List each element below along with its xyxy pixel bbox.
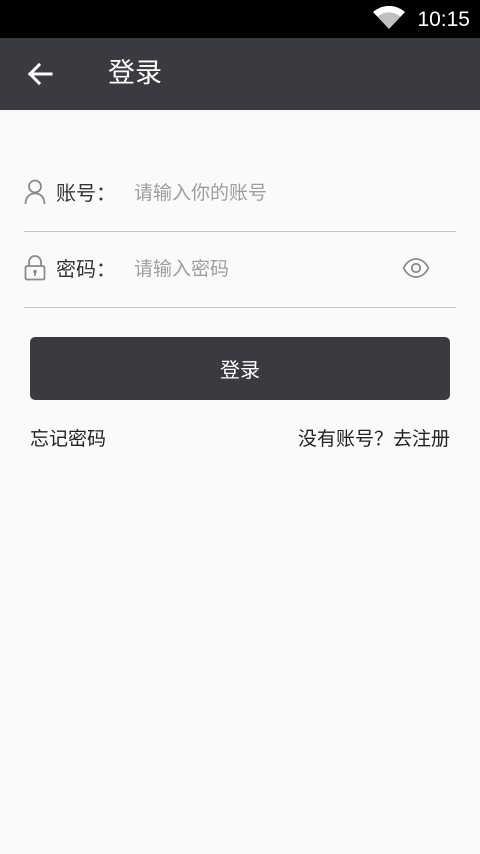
- page-title: 登录: [108, 58, 162, 89]
- user-icon: [24, 179, 46, 205]
- status-time: 10:15: [417, 8, 470, 31]
- wifi-icon: [373, 6, 405, 29]
- arrow-left-icon: [27, 62, 53, 86]
- account-field-row: 账号：: [24, 155, 456, 232]
- password-label: 密码：: [56, 257, 116, 281]
- status-bar: 10:15: [0, 0, 480, 38]
- account-label: 账号：: [56, 181, 116, 205]
- app-bar: 登录: [0, 38, 480, 110]
- account-input[interactable]: [134, 175, 384, 211]
- forgot-password-link[interactable]: 忘记密码: [30, 424, 106, 454]
- back-button[interactable]: [18, 52, 62, 96]
- lock-icon: [24, 255, 46, 281]
- password-input[interactable]: [134, 251, 384, 287]
- eye-icon[interactable]: [402, 257, 430, 279]
- login-button[interactable]: 登录: [30, 337, 450, 400]
- password-field-row: 密码：: [24, 231, 456, 308]
- register-link[interactable]: 没有账号？去注册: [298, 424, 450, 454]
